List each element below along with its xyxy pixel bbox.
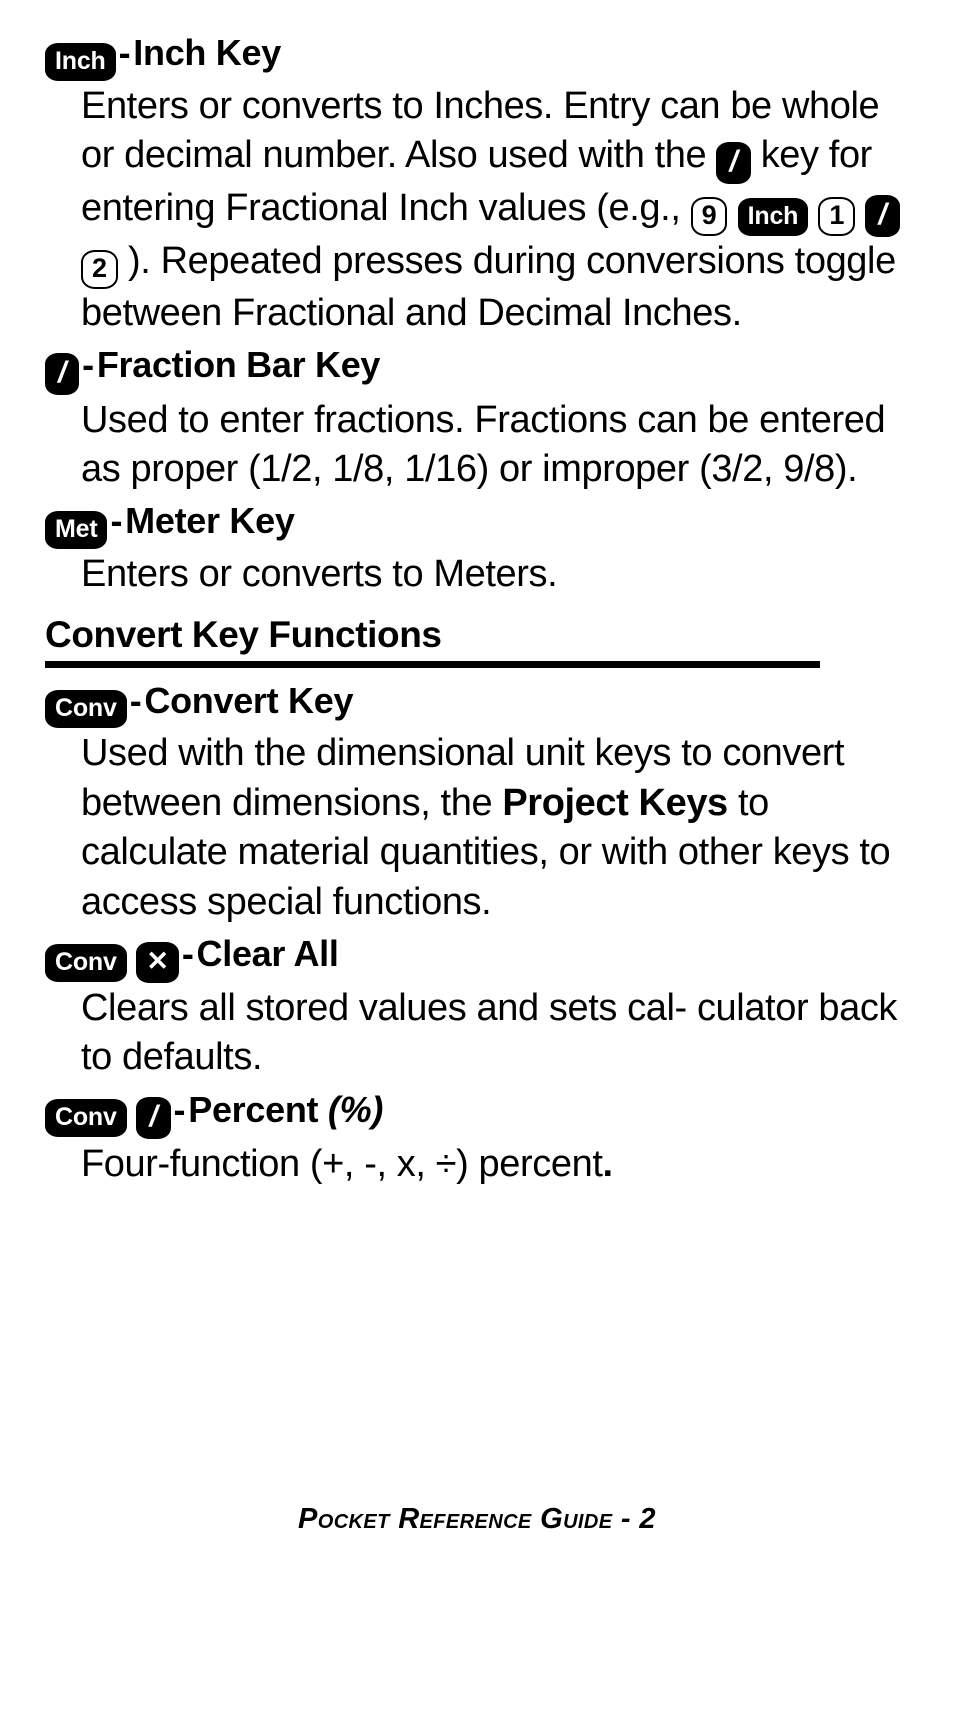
heading-dash: - [181,933,194,975]
entry-meter-key-title: Meter Key [125,500,295,542]
entry-meter-key-body: Enters or converts to Meters. [81,550,904,599]
convert-body-bold-phrase: Project Keys [502,781,728,824]
entry-inch-key-title: Inch Key [133,32,281,73]
inch-body-line-8: Fractional and Decimal Inches. [232,292,742,335]
key-badge-inch: Inch [45,42,116,81]
reference-guide-page: Inch -Inch Key Enters or converts to Inch… [0,0,954,1712]
page-footer: Pocket Reference Guide - 2 [0,1503,954,1536]
key-badge-two: 2 [81,250,118,290]
entry-convert-key-title: Convert Key [144,679,354,721]
fraction-body-line-3: 1/16) or improper (3/2, 9/8). [404,448,858,490]
entry-fraction-bar-key: / -Fraction Bar Key Used to enter fractio… [45,342,904,494]
section-divider [45,660,820,668]
meter-body-line-1: Enters or converts to Meters. [81,552,558,595]
section-convert-key-functions: Convert Key Functions [45,615,904,668]
heading-dash: - [110,500,123,542]
entry-clear-all-title: Clear All [196,933,339,975]
clear-all-body-line-1: Clears all stored values and sets cal- [81,986,687,1029]
key-badge-clear-x-icon: ✕ [136,941,179,983]
key-badge-nine: 9 [690,196,728,236]
entry-meter-key: Met -Meter Key Enters or converts to Mete… [45,498,904,599]
key-badge-fraction-bar: / [136,1096,171,1139]
heading-dash: - [129,679,142,721]
key-badge-conv: Conv [45,690,127,729]
entry-convert-key-body: Used with the dimensional unit keys to c… [81,729,904,927]
entry-clear-all-body: Clears all stored values and sets cal- c… [81,984,904,1083]
heading-dash: - [118,32,131,73]
inch-body-line-1: Enters or converts to Inches. Entry [81,84,650,127]
convert-body-line-1: Used with the dimensional unit keys [81,732,672,775]
inch-body-line-5: Fractional Inch values (e.g., [225,187,681,230]
heading-dash: - [173,1088,186,1130]
entry-inch-key-heading: Inch -Inch Key [45,30,904,81]
footer-text: Pocket Reference Guide - 2 [298,1503,656,1535]
heading-dash: - [82,344,94,386]
entry-inch-key-body: Enters or converts to Inches. Entry can … [81,82,904,339]
key-badge-fraction-bar: / [45,352,80,395]
entry-clear-all-heading: Conv ✕ -Clear All [45,931,904,983]
percent-body-text: Four-function (+, -, x, ÷) percent [81,1142,603,1185]
key-badge-inch-inline: Inch [737,197,809,236]
fraction-body-line-1: Used to enter fractions. Fractions [81,398,628,441]
key-badge-conv: Conv [45,1099,127,1138]
key-badge-fraction-bar-inline: / [716,142,751,185]
entry-percent: Conv / -Percent (%) Four-function (+, -, … [45,1087,904,1190]
entry-fraction-bar-heading: / -Fraction Bar Key [45,342,904,395]
entry-clear-all: Conv ✕ -Clear All Clears all stored value… [45,931,904,1083]
entry-inch-key: Inch -Inch Key Enters or converts to Inch… [45,30,904,338]
convert-body-line-5: access special functions. [81,880,492,923]
inch-body-line-3: Also used with the [405,133,707,176]
entry-convert-key-heading: Conv -Convert Key [45,678,904,729]
key-badge-met: Met [45,510,108,549]
entry-percent-body: Four-function (+, -, x, ÷) percent. [81,1140,904,1189]
entry-percent-title: Percent [188,1088,319,1130]
entry-fraction-bar-title: Fraction Bar Key [96,344,381,386]
entry-percent-heading: Conv / -Percent (%) [45,1087,904,1139]
entry-percent-title-suffix: (%) [327,1088,384,1130]
key-badge-conv: Conv [45,943,127,982]
section-title: Convert Key Functions [45,614,442,656]
convert-body-line-4: quantities, or with other keys to [379,831,891,874]
key-badge-one: 1 [818,196,856,236]
entry-fraction-bar-body: Used to enter fractions. Fractions can b… [81,396,904,495]
entry-convert-key: Conv -Convert Key Used with the dimension… [45,678,904,927]
percent-body-period: . [602,1142,614,1185]
inch-body-line-6: ). Repeated presses during [128,240,576,283]
entry-meter-key-heading: Met -Meter Key [45,498,904,549]
key-badge-fraction-bar-inline-2: / [865,195,900,238]
